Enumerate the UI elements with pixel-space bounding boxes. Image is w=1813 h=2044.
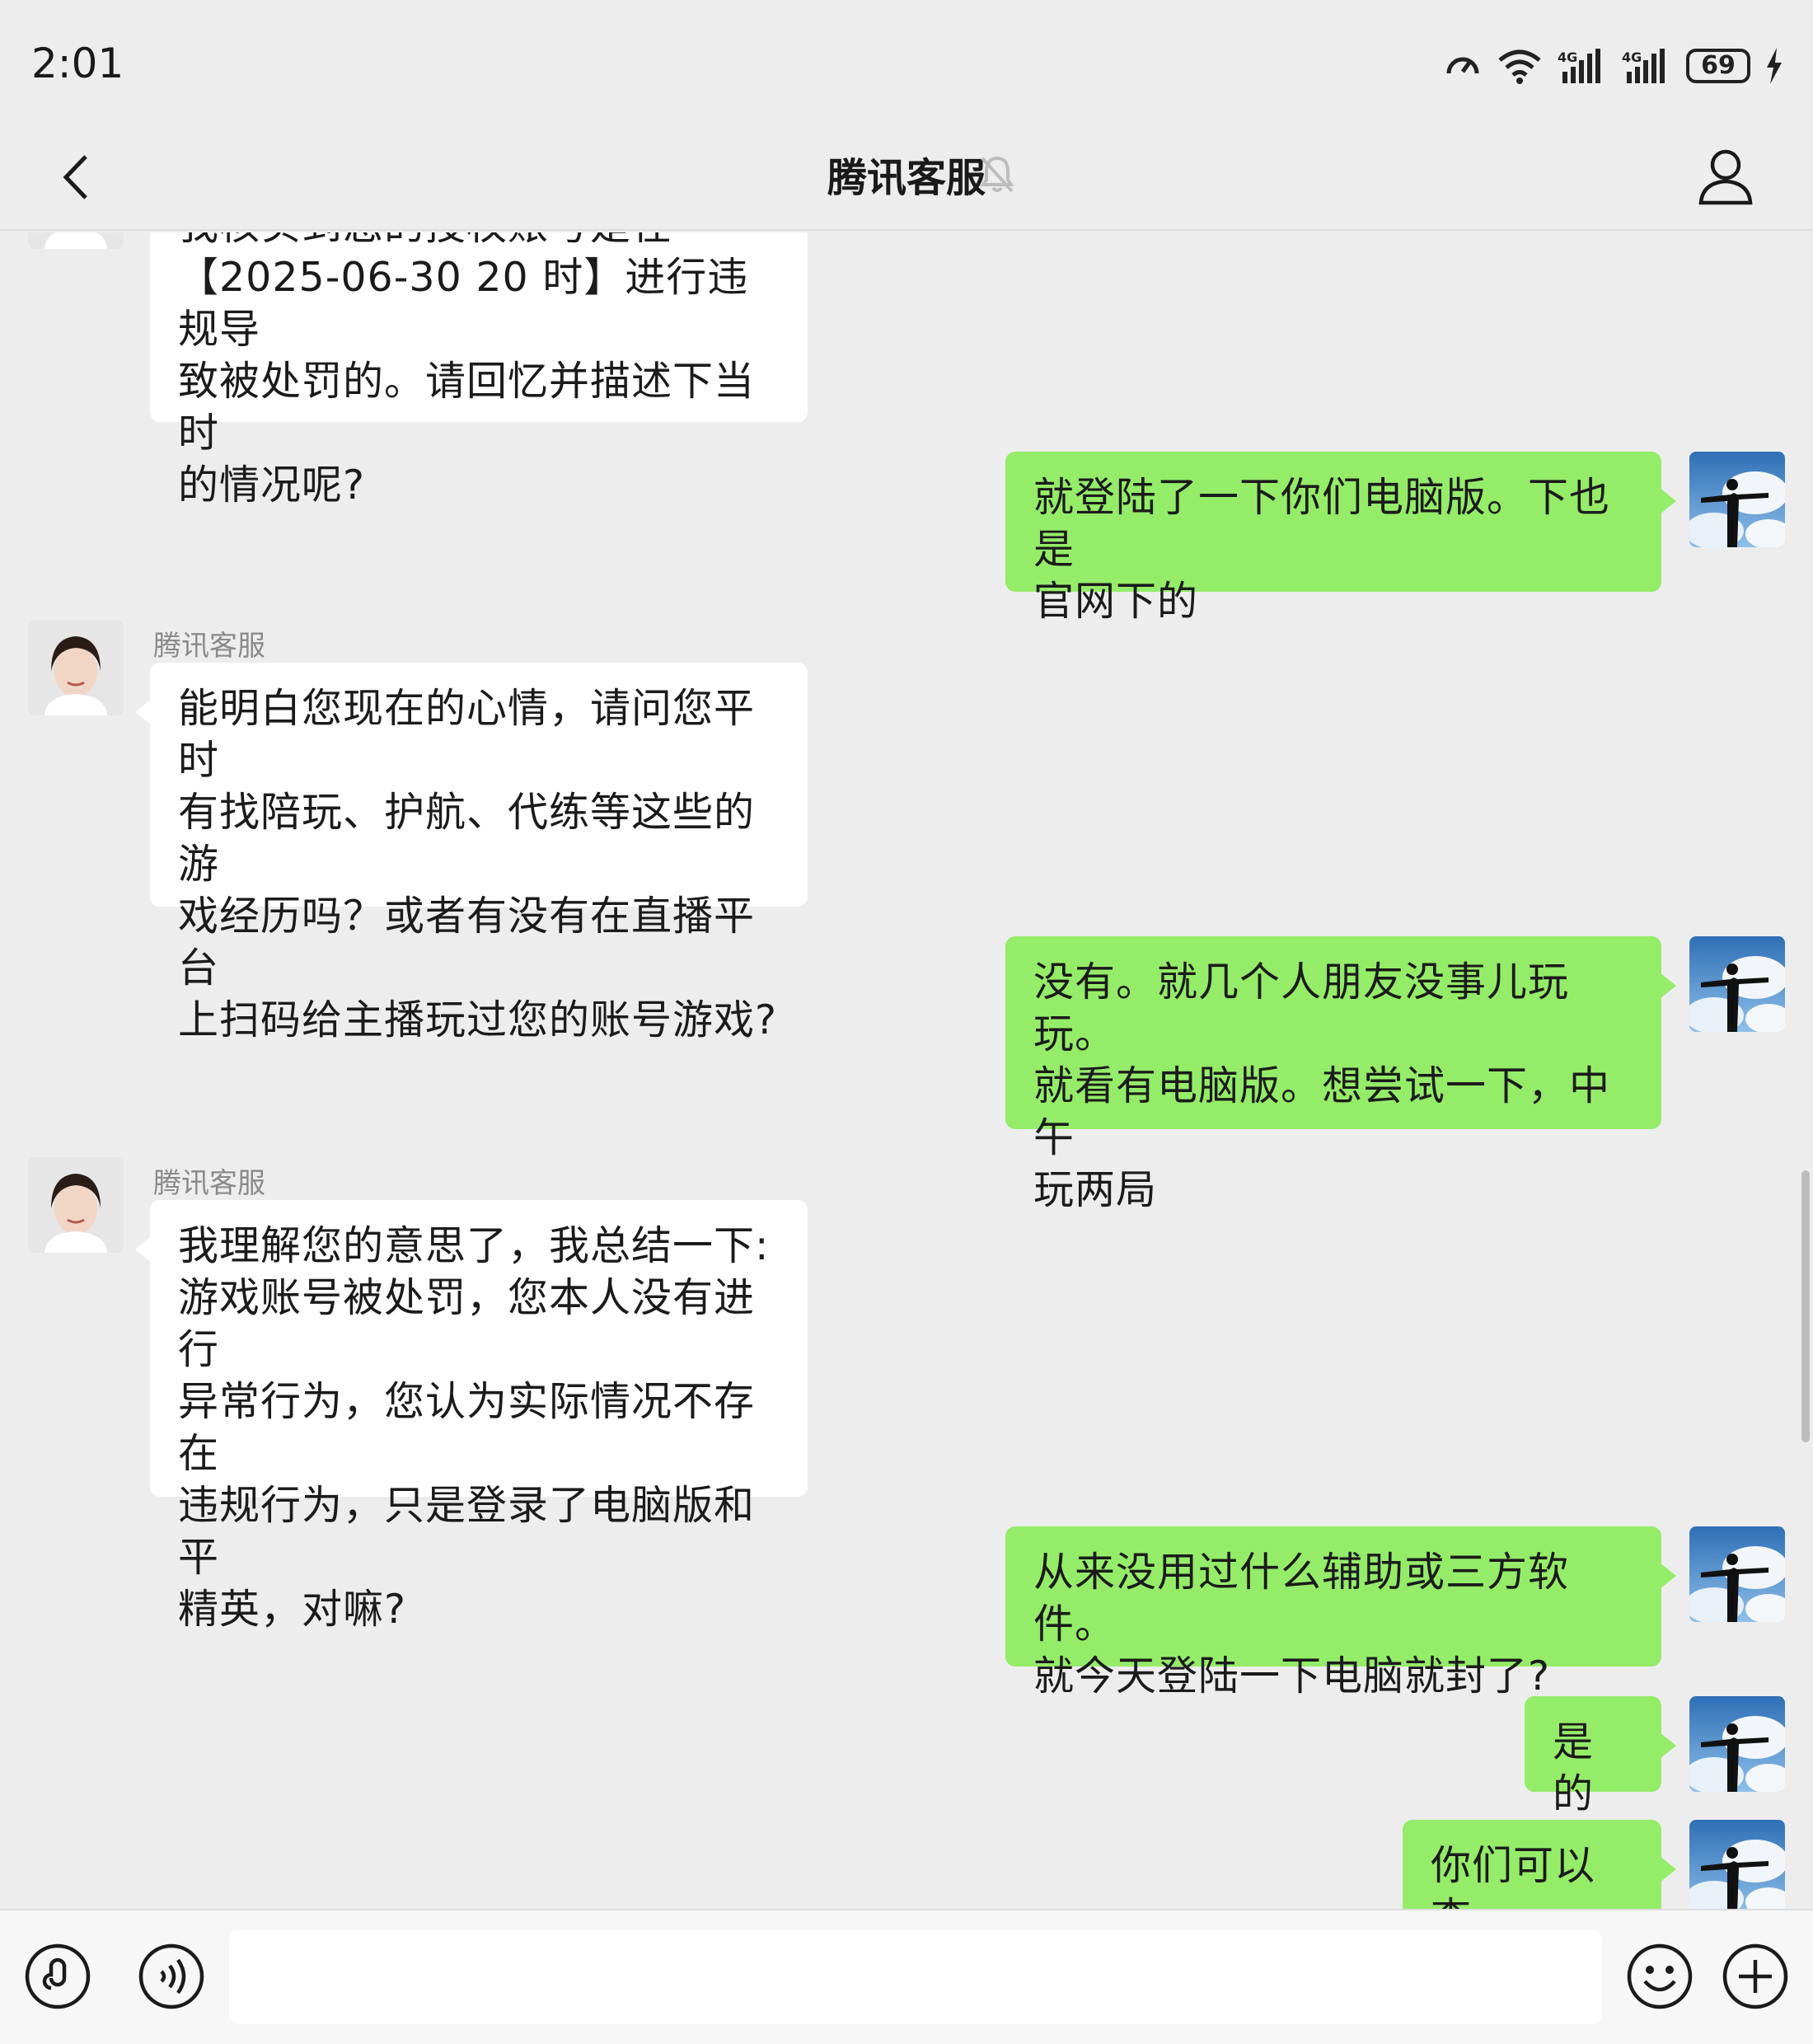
speed-icon [1444,47,1482,85]
smiley-icon [1627,1943,1693,2009]
message-line: 致被处罚的。请回忆并描述下当时 [178,358,756,457]
message-bubble-outgoing[interactable]: 没有。就几个人朋友没事儿玩玩。 就看有电脑版。想尝试一下，中午 玩两局 [1005,936,1676,1213]
message-line: 我理解您的意思了，我总结一下: [178,1222,770,1269]
message-line: 玩两局 [1033,1166,1158,1213]
message-line: 就登陆了一下你们电脑版。下也是 [1033,474,1611,573]
message-line: 异常行为，您认为实际情况不存在 [178,1378,756,1477]
my-avatar[interactable] [1689,936,1785,1032]
message-bubble-outgoing[interactable]: 是的 [1525,1696,1676,1817]
message-list[interactable]: 我核实到您的授权账号是在 【2025-06-30 20 时】进行违规导 致被处罚… [0,232,1813,1909]
emoji-button[interactable] [1625,1942,1694,2014]
message-line: 没有。就几个人朋友没事儿玩玩。 [1033,959,1570,1057]
status-icons: 4G 4G 69 [1444,43,1783,89]
message-line: 的情况呢? [178,462,366,509]
battery-indicator: 69 [1686,49,1750,83]
charging-icon [1765,48,1783,84]
message-line: 【2025-06-30 20 时】进行违规导 [178,254,749,353]
message-line: 游戏账号被处罚，您本人没有进行 [178,1274,756,1373]
message-line: 有找陪玩、护航、代练等这些的游 [178,789,756,888]
voice-icon [138,1943,204,2009]
signal-4g-icon-2: 4G [1622,47,1671,85]
svg-text:4G: 4G [1622,49,1642,65]
message-bubble-outgoing[interactable]: 就登陆了一下你们电脑版。下也是 官网下的 [1005,452,1676,625]
message-bubble-incoming[interactable]: 能明白您现在的心情，请问您平时 有找陪玩、护航、代练等这些的游 戏经历吗？或者有… [135,663,808,1043]
mute-bell-icon [979,153,1015,198]
signal-4g-icon: 4G [1558,47,1607,85]
my-avatar[interactable] [1689,452,1785,547]
status-time: 2:01 [31,40,124,87]
my-avatar[interactable] [1689,1526,1785,1622]
voice-button[interactable] [137,1942,206,2014]
message-input[interactable] [229,1930,1602,2024]
person-icon [1698,149,1753,205]
more-button[interactable] [1721,1942,1790,2014]
message-line: 是的 [1553,1718,1595,1817]
message-line: 官网下的 [1033,578,1199,625]
input-bar [0,1909,1813,2044]
agent-avatar[interactable] [28,232,124,249]
svg-text:4G: 4G [1558,49,1577,65]
mini-program-button[interactable] [23,1942,92,2014]
sender-name: 腾讯客服 [153,630,265,663]
message-bubble-incoming[interactable]: 我理解您的意思了，我总结一下: 游戏账号被处罚，您本人没有进行 异常行为，您认为… [135,1200,808,1633]
message-line: 从来没用过什么辅助或三方软件。 [1033,1549,1570,1648]
message-line: 你们可以查 [1431,1842,1596,1909]
plus-icon [1722,1943,1788,2009]
message-line: 能明白您现在的心情，请问您平时 [178,685,756,784]
message-line: 我核实到您的授权账号是在 [178,232,780,251]
message-line: 上扫码给主播玩过您的账号游戏? [178,996,778,1043]
wifi-icon [1497,47,1543,85]
my-avatar[interactable] [1689,1696,1785,1792]
message-line: 就今天登陆一下电脑就封了? [1033,1653,1551,1699]
message-bubble-incoming[interactable]: 我核实到您的授权账号是在 【2025-06-30 20 时】进行违规导 致被处罚… [150,232,808,509]
message-bubble-outgoing[interactable]: 从来没用过什么辅助或三方软件。 就今天登陆一下电脑就封了? [1005,1526,1676,1699]
sender-name: 腾讯客服 [153,1167,265,1200]
status-bar: 2:01 4G 4G 69 [0,0,1813,124]
message-line: 违规行为，只是登录了电脑版和平 [178,1482,756,1581]
chat-info-button[interactable] [1694,145,1757,208]
chat-header: 腾讯客服 [0,124,1813,231]
chat-title: 腾讯客服 [827,155,986,201]
message-line: 就看有电脑版。想尝试一下，中午 [1033,1062,1611,1161]
message-bubble-outgoing[interactable]: 你们可以查 [1403,1820,1676,1909]
agent-avatar[interactable] [28,1157,124,1253]
message-line: 戏经历吗？或者有没有在直播平台 [178,893,756,992]
scrollbar[interactable] [1801,1170,1810,1442]
my-avatar[interactable] [1689,1820,1785,1909]
link-icon [25,1943,91,2009]
message-line: 精英，对嘛? [178,1586,407,1633]
agent-avatar[interactable] [28,620,124,715]
